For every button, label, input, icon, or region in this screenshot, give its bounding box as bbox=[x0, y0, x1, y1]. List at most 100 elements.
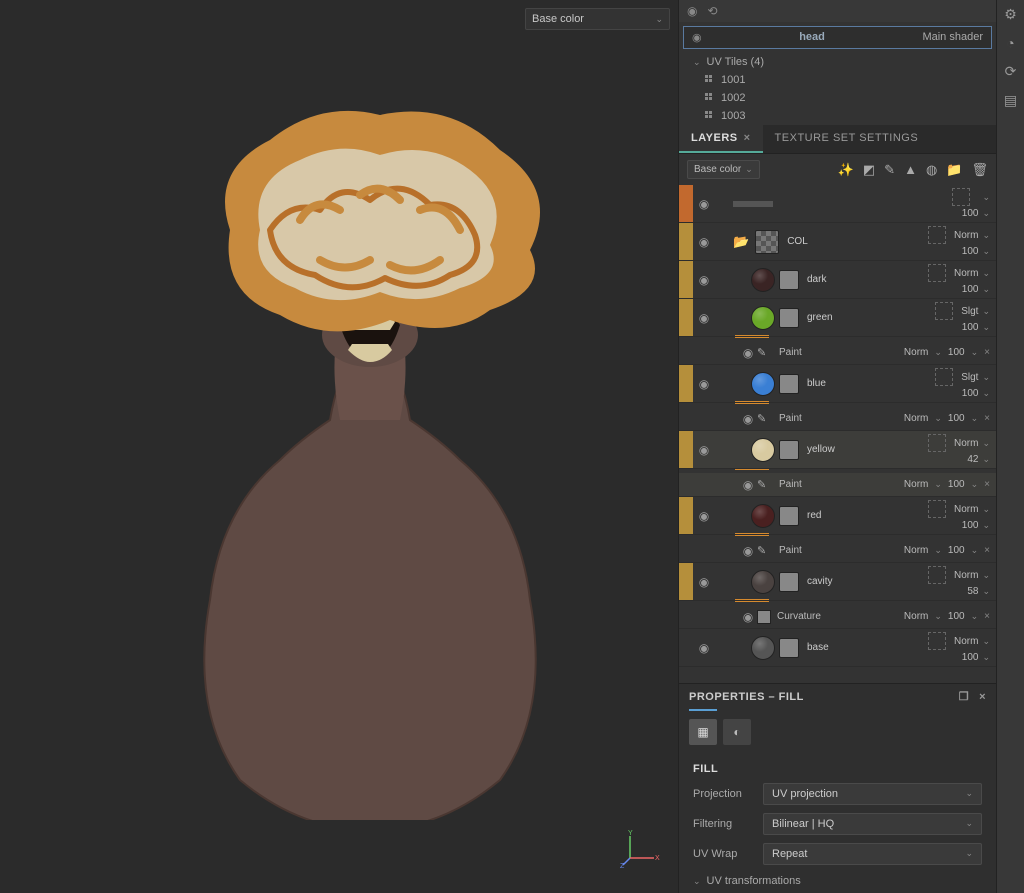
eye-icon[interactable]: ◉ bbox=[693, 575, 715, 589]
trash-icon[interactable]: 🗑 bbox=[971, 162, 988, 178]
clock-icon[interactable]: ⟳ bbox=[1005, 63, 1017, 80]
opacity-value[interactable]: 100 bbox=[962, 520, 979, 531]
opacity-value[interactable]: 100 bbox=[962, 284, 979, 295]
layer-extra-box[interactable] bbox=[928, 566, 946, 584]
texture-set-header[interactable]: ◉ head Main shader bbox=[683, 26, 992, 49]
uv-tile-item[interactable]: 1003 bbox=[679, 107, 996, 125]
blend-mode[interactable]: Norm bbox=[904, 611, 928, 622]
layer-channel-dropdown[interactable]: Base color⌄ bbox=[687, 160, 760, 179]
log-icon[interactable]: ▤ bbox=[1004, 92, 1017, 109]
history-panel-icon[interactable]: ◔ bbox=[1006, 35, 1014, 51]
opacity-value[interactable]: 100 bbox=[962, 322, 979, 333]
uv-tile-item[interactable]: 1001 bbox=[679, 71, 996, 89]
link-icon[interactable]: ⟲ bbox=[707, 4, 717, 18]
layer-mask[interactable] bbox=[779, 506, 799, 526]
layers-list[interactable]: ◉⌄100⌄◉📂COLNorm⌄100⌄◉darkNorm⌄100⌄◉green… bbox=[679, 185, 996, 683]
layer-extra-box[interactable] bbox=[952, 188, 970, 206]
eye-icon[interactable]: ◉ bbox=[693, 641, 715, 655]
layer-extra-box[interactable] bbox=[935, 368, 953, 386]
blend-mode[interactable]: Norm bbox=[904, 413, 928, 424]
opacity-value[interactable]: 100 bbox=[962, 388, 979, 399]
blend-mode[interactable]: Norm bbox=[954, 438, 978, 449]
layer-effect-row[interactable]: ◉✎PaintNorm⌄100⌄× bbox=[679, 341, 996, 365]
layer-row[interactable]: ◉redNorm⌄100⌄ bbox=[679, 497, 996, 535]
layer-mask[interactable] bbox=[779, 572, 799, 592]
remove-effect-icon[interactable]: × bbox=[984, 347, 990, 358]
smart-material-icon[interactable]: ◍ bbox=[926, 162, 937, 178]
close-icon[interactable]: × bbox=[979, 691, 986, 703]
opacity-value[interactable]: 100 bbox=[962, 246, 979, 257]
eye-icon[interactable]: ◉ bbox=[693, 273, 715, 287]
remove-effect-icon[interactable]: × bbox=[984, 479, 990, 490]
opacity-value[interactable]: 100 bbox=[962, 652, 979, 663]
layer-extra-box[interactable] bbox=[928, 632, 946, 650]
opacity-value[interactable]: 100 bbox=[962, 208, 979, 219]
blend-mode[interactable]: Norm bbox=[954, 636, 978, 647]
wand-icon[interactable]: ✨ bbox=[838, 162, 854, 178]
uvwrap-select[interactable]: Repeat⌄ bbox=[763, 843, 982, 865]
popout-icon[interactable]: ❐ bbox=[959, 690, 969, 703]
close-icon[interactable]: × bbox=[744, 132, 751, 144]
layer-effect-row[interactable]: ◉CurvatureNorm⌄100⌄× bbox=[679, 605, 996, 629]
layer-extra-box[interactable] bbox=[928, 226, 946, 244]
viewport-3d[interactable]: Base color ⌄ Y X Z bbox=[0, 0, 678, 893]
blend-mode[interactable]: Norm bbox=[954, 570, 978, 581]
opacity-value[interactable]: 42 bbox=[967, 454, 978, 465]
layer-extra-box[interactable] bbox=[935, 302, 953, 320]
tab-texture-settings[interactable]: TEXTURE SET SETTINGS bbox=[763, 125, 931, 153]
folder-icon[interactable]: 📁 bbox=[946, 162, 962, 178]
uv-tiles-header[interactable]: ⌄UV Tiles (4) bbox=[679, 53, 996, 71]
layer-mask[interactable] bbox=[779, 374, 799, 394]
brush-icon[interactable]: ✎ bbox=[884, 162, 895, 178]
blend-mode[interactable]: Norm bbox=[904, 545, 928, 556]
axis-gizmo[interactable]: Y X Z bbox=[620, 828, 660, 868]
layer-row[interactable]: ◉⌄100⌄ bbox=[679, 185, 996, 223]
settings-icon[interactable]: ⚙ bbox=[1004, 6, 1017, 23]
blend-mode[interactable]: Slgt bbox=[961, 372, 978, 383]
blend-mode[interactable]: Slgt bbox=[961, 306, 978, 317]
eye-icon[interactable]: ◉ bbox=[693, 311, 715, 325]
layer-row[interactable]: ◉greenSlgt⌄100⌄ bbox=[679, 299, 996, 337]
opacity-value[interactable]: 100 bbox=[948, 545, 965, 556]
layer-effect-row[interactable]: ◉✎PaintNorm⌄100⌄× bbox=[679, 407, 996, 431]
mask-icon[interactable]: ◩ bbox=[863, 162, 875, 178]
layer-mask[interactable] bbox=[779, 638, 799, 658]
uv-transformations-toggle[interactable]: ⌄UV transformations bbox=[679, 869, 996, 893]
remove-effect-icon[interactable]: × bbox=[984, 545, 990, 556]
layer-effect-row[interactable]: ◉✎PaintNorm⌄100⌄× bbox=[679, 473, 996, 497]
tab-layers[interactable]: LAYERS× bbox=[679, 125, 763, 153]
layer-mask[interactable] bbox=[779, 270, 799, 290]
remove-effect-icon[interactable]: × bbox=[984, 611, 990, 622]
layer-row[interactable]: ◉darkNorm⌄100⌄ bbox=[679, 261, 996, 299]
uv-tile-item[interactable]: 1002 bbox=[679, 89, 996, 107]
layer-extra-box[interactable] bbox=[928, 264, 946, 282]
channel-dropdown[interactable]: Base color ⌄ bbox=[525, 8, 670, 30]
mode-material[interactable]: ◐ bbox=[723, 719, 751, 745]
blend-mode[interactable]: Norm bbox=[904, 347, 928, 358]
opacity-value[interactable]: 58 bbox=[967, 586, 978, 597]
opacity-value[interactable]: 100 bbox=[948, 479, 965, 490]
layer-row[interactable]: ◉blueSlgt⌄100⌄ bbox=[679, 365, 996, 403]
eye-icon[interactable]: ◉ bbox=[693, 509, 715, 523]
layer-row[interactable]: ◉yellowNorm⌄42⌄ bbox=[679, 431, 996, 469]
layer-row[interactable]: ◉baseNorm⌄100⌄ bbox=[679, 629, 996, 667]
filtering-select[interactable]: Bilinear | HQ⌄ bbox=[763, 813, 982, 835]
eye-icon[interactable]: ◉ bbox=[739, 478, 757, 492]
bucket-icon[interactable]: ▲ bbox=[904, 162, 917, 178]
eye-icon[interactable]: ◉ bbox=[739, 346, 757, 360]
opacity-value[interactable]: 100 bbox=[948, 347, 965, 358]
layer-extra-box[interactable] bbox=[928, 434, 946, 452]
eye-icon[interactable]: ◉ bbox=[739, 544, 757, 558]
eye-icon[interactable]: ◉ bbox=[693, 377, 715, 391]
blend-mode[interactable]: Norm bbox=[904, 479, 928, 490]
layer-row[interactable]: ◉cavityNorm⌄58⌄ bbox=[679, 563, 996, 601]
eye-icon[interactable]: ◉ bbox=[693, 443, 715, 457]
eye-icon[interactable]: ◉ bbox=[739, 412, 757, 426]
blend-mode[interactable]: Norm bbox=[954, 268, 978, 279]
mode-fill[interactable]: ▦ bbox=[689, 719, 717, 745]
blend-mode[interactable]: Norm bbox=[954, 230, 978, 241]
blend-mode[interactable]: Norm bbox=[954, 504, 978, 515]
layer-mask[interactable] bbox=[779, 440, 799, 460]
layer-mask[interactable] bbox=[779, 308, 799, 328]
eye-icon[interactable]: ◉ bbox=[693, 235, 715, 249]
